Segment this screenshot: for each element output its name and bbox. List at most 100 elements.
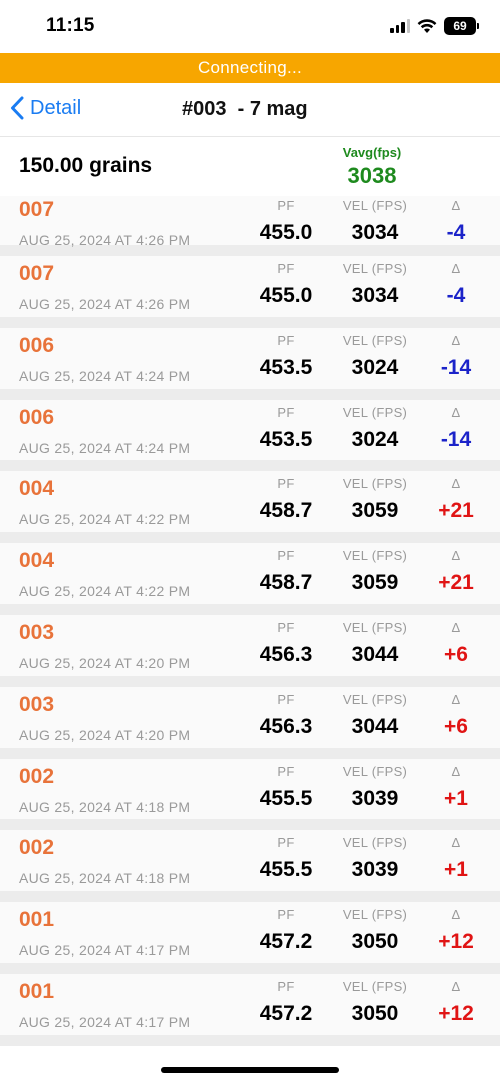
shot-row[interactable]: 002 AUG 25, 2024 AT 4:18 PM PF VEL (FPS) Δ 45…: [0, 758, 500, 831]
navigation-bar: Detail #003 - 7 mag: [0, 83, 500, 137]
status-time: 11:15: [46, 15, 95, 36]
shot-number: 003: [19, 620, 55, 644]
average-velocity-value: 3038: [347, 163, 397, 188]
shot-row[interactable]: 001 AUG 25, 2024 AT 4:17 PM PF VEL (FPS) Δ 45…: [0, 973, 500, 1046]
bullet-weight: 150.00 grains: [19, 154, 153, 177]
delta-column-label: Δ: [451, 198, 461, 213]
delta-column-label: Δ: [451, 835, 461, 851]
shot-timestamp: AUG 25, 2024 AT 4:22 PM: [19, 583, 191, 600]
shot-row[interactable]: 003 AUG 25, 2024 AT 4:20 PM PF VEL (FPS) Δ 45…: [0, 614, 500, 687]
shot-timestamp: AUG 25, 2024 AT 4:26 PM: [19, 296, 191, 312]
power-factor-value: 456.3: [259, 714, 313, 738]
delta-column-label: Δ: [451, 261, 461, 276]
shot-timestamp: AUG 25, 2024 AT 4:18 PM: [19, 870, 191, 887]
velocity-delta-value: +12: [438, 930, 474, 954]
delta-column-label: Δ: [451, 476, 461, 492]
shot-row[interactable]: 007 AUG 25, 2024 AT 4:26 PM PF VEL (FPS) Δ 45…: [0, 196, 500, 256]
power-factor-value: 458.7: [259, 499, 313, 523]
delta-column-label: Δ: [451, 691, 461, 707]
velocity-delta-value: +1: [444, 858, 468, 882]
chevron-left-icon: [11, 96, 24, 120]
shot-row[interactable]: 003 AUG 25, 2024 AT 4:20 PM PF VEL (FPS) Δ 45…: [0, 686, 500, 759]
power-factor-value: 457.2: [259, 930, 313, 954]
velocity-delta-value: +6: [444, 642, 468, 666]
pf-column-label: PF: [277, 763, 295, 779]
pf-column-label: PF: [277, 548, 295, 564]
power-factor-value: 457.2: [259, 1001, 313, 1025]
velocity-delta-value: +6: [444, 714, 468, 738]
power-factor-value: 455.5: [259, 858, 313, 882]
shot-number: 002: [19, 764, 55, 788]
velocity-delta-value: -4: [446, 284, 466, 307]
velocity-delta-value: -4: [446, 221, 466, 244]
shot-number: 006: [19, 405, 55, 429]
delta-column-label: Δ: [451, 404, 461, 420]
shot-timestamp: AUG 25, 2024 AT 4:20 PM: [19, 726, 191, 743]
shot-row[interactable]: 006 AUG 25, 2024 AT 4:24 PM PF VEL (FPS) Δ 45…: [0, 327, 500, 400]
power-factor-value: 455.0: [259, 284, 313, 307]
delta-column-label: Δ: [451, 978, 461, 994]
shot-row[interactable]: 007 AUG 25, 2024 AT 4:26 PM PF VEL (FPS) Δ 45…: [0, 256, 500, 328]
shot-row[interactable]: 006 AUG 25, 2024 AT 4:24 PM PF VEL (FPS) Δ 45…: [0, 399, 500, 472]
pf-column-label: PF: [277, 978, 295, 994]
shot-number: 006: [19, 333, 55, 357]
connection-status-banner: Connecting...: [0, 53, 500, 83]
power-factor-value: 453.5: [259, 427, 313, 451]
battery-icon: 69: [444, 17, 479, 35]
home-indicator[interactable]: [161, 1067, 339, 1073]
power-factor-value: 456.3: [259, 642, 313, 666]
delta-column-label: Δ: [451, 907, 461, 923]
velocity-delta-value: +12: [438, 1001, 474, 1025]
velocity-delta-value: +21: [438, 499, 474, 523]
average-velocity-label: Vavg(fps): [342, 145, 402, 160]
back-button-label: Detail: [30, 96, 82, 119]
shot-number: 004: [19, 549, 55, 573]
shot-number: 007: [19, 262, 55, 285]
shot-number: 001: [19, 908, 55, 932]
power-factor-value: 453.5: [259, 355, 313, 379]
shot-timestamp: AUG 25, 2024 AT 4:17 PM: [19, 942, 191, 959]
power-factor-value: 455.0: [259, 221, 313, 244]
delta-column-label: Δ: [451, 332, 461, 348]
velocity-delta-value: +1: [444, 786, 468, 810]
velocity-delta-value: +21: [438, 571, 474, 595]
pf-column-label: PF: [277, 619, 295, 635]
shot-timestamp: AUG 25, 2024 AT 4:26 PM: [19, 232, 191, 248]
summary-header: 150.00 grains Vavg(fps) 3038: [0, 138, 500, 196]
pf-column-label: PF: [277, 907, 295, 923]
status-bar: 11:15 69: [0, 0, 500, 52]
delta-column-label: Δ: [451, 548, 461, 564]
shot-timestamp: AUG 25, 2024 AT 4:18 PM: [19, 798, 191, 815]
velocity-delta-value: -14: [440, 427, 472, 451]
pf-column-label: PF: [277, 332, 295, 348]
shot-timestamp: AUG 25, 2024 AT 4:20 PM: [19, 654, 191, 671]
shot-timestamp: AUG 25, 2024 AT 4:24 PM: [19, 439, 191, 456]
shot-row[interactable]: 004 AUG 25, 2024 AT 4:22 PM PF VEL (FPS) Δ 45…: [0, 471, 500, 544]
back-button[interactable]: Detail: [10, 96, 81, 120]
power-factor-value: 455.5: [259, 786, 313, 810]
velocity-delta-value: -14: [440, 355, 472, 379]
pf-column-label: PF: [277, 261, 295, 276]
pf-column-label: PF: [277, 691, 295, 707]
shot-number: 004: [19, 477, 55, 501]
shot-list: 007 AUG 25, 2024 AT 4:26 PM PF VEL (FPS) Δ 45…: [0, 196, 500, 1046]
cellular-signal-icon: [390, 19, 410, 33]
shot-row[interactable]: 001 AUG 25, 2024 AT 4:17 PM PF VEL (FPS) Δ 45…: [0, 902, 500, 974]
shot-number: 002: [19, 836, 55, 860]
power-factor-value: 458.7: [259, 571, 313, 595]
pf-column-label: PF: [277, 198, 295, 213]
pf-column-label: PF: [277, 404, 295, 420]
delta-column-label: Δ: [451, 619, 461, 635]
status-icons: 69: [390, 17, 479, 35]
delta-column-label: Δ: [451, 763, 461, 779]
shot-timestamp: AUG 25, 2024 AT 4:17 PM: [19, 1013, 191, 1030]
shot-row[interactable]: 004 AUG 25, 2024 AT 4:22 PM PF VEL (FPS) Δ 45…: [0, 543, 500, 615]
shot-number: 001: [19, 979, 55, 1003]
shot-timestamp: AUG 25, 2024 AT 4:24 PM: [19, 367, 191, 384]
shot-number: 003: [19, 692, 55, 716]
shot-number: 007: [19, 198, 55, 221]
page-title: #003 - 7 mag: [182, 98, 308, 120]
shot-timestamp: AUG 25, 2024 AT 4:22 PM: [19, 511, 191, 528]
shot-row[interactable]: 002 AUG 25, 2024 AT 4:18 PM PF VEL (FPS) Δ 45…: [0, 830, 500, 903]
wifi-icon: [417, 18, 437, 34]
